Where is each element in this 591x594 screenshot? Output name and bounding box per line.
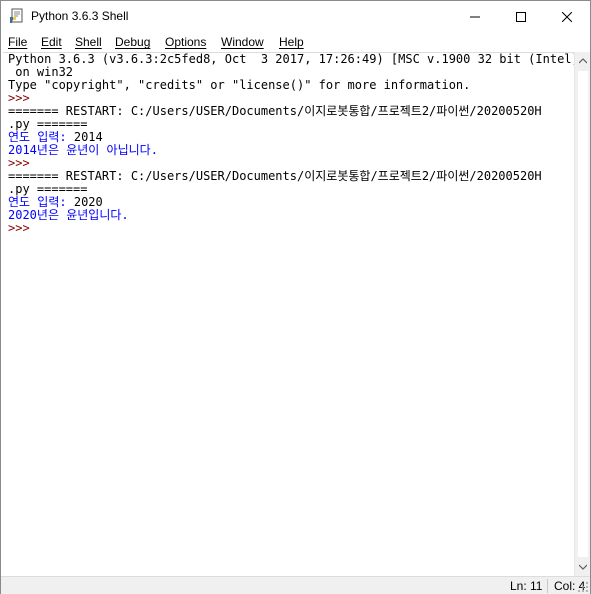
idle-shell-window: Python 3.6.3 Shell File Edit Shell Debug… [0, 0, 591, 594]
shell-line-text: >>> [8, 221, 37, 235]
maximize-button[interactable] [498, 1, 544, 32]
shell-line-text: Python 3.6.3 (v3.6.3:2c5fed8, Oct 3 2017… [8, 52, 574, 66]
window-title: Python 3.6.3 Shell [31, 9, 129, 23]
menu-window[interactable]: Window [221, 34, 264, 50]
shell-line-text: .py ======= [8, 117, 88, 131]
status-line-number: Ln: 11 [510, 579, 543, 593]
vertical-scrollbar[interactable] [574, 52, 590, 576]
shell-line-text: ======= RESTART: C:/Users/USER/Documents… [8, 104, 542, 118]
shell-output-line: 2014년은 윤년이 아닙니다. [8, 144, 574, 157]
shell-output-line: Python 3.6.3 (v3.6.3:2c5fed8, Oct 3 2017… [8, 53, 574, 66]
maximize-icon [516, 11, 526, 22]
close-button[interactable] [544, 1, 590, 32]
python-idle-icon[interactable] [9, 8, 25, 24]
scroll-thumb[interactable] [577, 70, 589, 558]
menu-edit[interactable]: Edit [41, 34, 62, 50]
menu-options[interactable]: Options [165, 34, 206, 50]
menu-help[interactable]: Help [279, 34, 304, 50]
menu-debug[interactable]: Debug [115, 34, 150, 50]
resize-grip-icon[interactable] [577, 581, 589, 593]
user-input-text: 2014 [73, 130, 103, 144]
shell-prompt-line: >>> [8, 222, 574, 235]
shell-line-text: 2014년은 윤년이 아닙니다. [8, 143, 158, 157]
shell-line-text: >>> [8, 91, 37, 105]
title-bar[interactable]: Python 3.6.3 Shell [1, 1, 590, 32]
status-divider [547, 579, 548, 593]
shell-line-text: >>> [8, 156, 37, 170]
minimize-button[interactable] [452, 1, 498, 32]
menu-shell[interactable]: Shell [75, 34, 102, 50]
menu-bar: File Edit Shell Debug Options Window Hel… [1, 32, 590, 52]
input-prompt-text: 연도 입력: [8, 130, 74, 144]
scroll-down-button[interactable] [575, 559, 591, 575]
shell-text-area[interactable]: Python 3.6.3 (v3.6.3:2c5fed8, Oct 3 2017… [3, 52, 574, 576]
shell-output-line: 2020년은 윤년입니다. [8, 209, 574, 222]
shell-line-text: Type "copyright", "credits" or "license(… [8, 78, 471, 92]
minimize-icon [470, 16, 480, 17]
chevron-up-icon [579, 58, 587, 64]
menu-file[interactable]: File [8, 34, 27, 50]
shell-line-text: .py ======= [8, 182, 88, 196]
status-bar: Ln: 11 Col: 4 [1, 576, 590, 594]
scroll-up-button[interactable] [575, 53, 591, 69]
shell-line-text: 2020년은 윤년입니다. [8, 208, 129, 222]
shell-output-line: Type "copyright", "credits" or "license(… [8, 79, 574, 92]
shell-line-text: on win32 [8, 65, 74, 79]
chevron-down-icon [579, 564, 587, 570]
input-prompt-text: 연도 입력: [8, 195, 74, 209]
close-icon [562, 11, 572, 22]
shell-output-line: ======= RESTART: C:/Users/USER/Documents… [8, 170, 574, 183]
shell-output-line: ======= RESTART: C:/Users/USER/Documents… [8, 105, 574, 118]
shell-line-text: ======= RESTART: C:/Users/USER/Documents… [8, 169, 542, 183]
user-input-text: 2020 [73, 195, 103, 209]
